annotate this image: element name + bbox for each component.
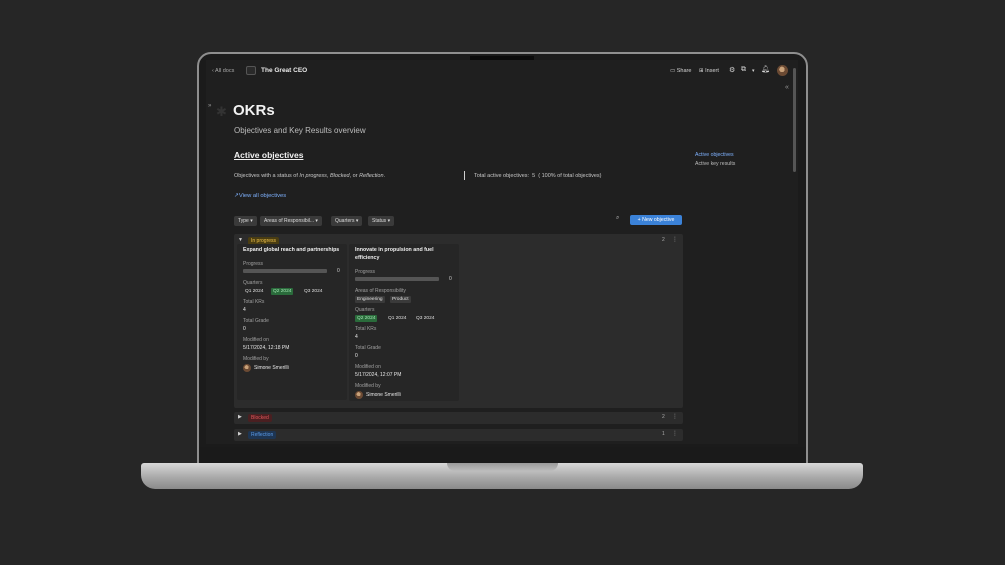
objective-card[interactable]: Expand global reach and partnerships Pro… [237, 244, 347, 400]
more-icon[interactable]: ⋮ [672, 413, 678, 420]
all-docs-link[interactable]: ‹ All docs [212, 68, 234, 74]
total-krs-value: 4 [355, 334, 358, 340]
triangle-down-icon[interactable]: ▼ [238, 237, 243, 243]
progress-bar [355, 277, 439, 281]
areas-label: Areas of Responsibility [355, 288, 406, 294]
chevron-down-icon: ▾ [355, 218, 359, 224]
card-title: Expand global reach and partnerships [243, 247, 340, 253]
scrollbar[interactable] [793, 68, 796, 172]
avatar [355, 391, 363, 399]
app-window: ‹ All docs The Great CEO ▭ Share ⊞ Inser… [206, 60, 798, 444]
grid-icon: ⊞ [699, 68, 704, 74]
avatar [243, 364, 251, 372]
group-reflection[interactable]: ▶ Reflection 1 ⋮ [234, 429, 683, 441]
modified-by-value: Simone Smerilli [254, 365, 289, 371]
area-chip: Product [390, 296, 411, 303]
status-badge: Reflection [248, 431, 277, 439]
progress-label: Progress [355, 269, 376, 275]
layout-icon[interactable]: ⧉ [741, 66, 746, 74]
quarter-chip: Q2 2024 [355, 315, 378, 322]
top-bar: ‹ All docs The Great CEO ▭ Share ⊞ Inser… [206, 60, 798, 82]
group-in-progress: ▼ In progress 2 ⋮ Expand global reach an… [234, 234, 683, 408]
modified-by-label: Modified by [243, 356, 269, 362]
progress-bar [243, 269, 327, 273]
chevron-down-icon: ▾ [315, 218, 318, 224]
page-title: OKRs [233, 102, 275, 119]
modified-on-value: 5/17/2024, 12:18 PM [243, 345, 290, 351]
total-grade-value: 0 [243, 326, 246, 332]
progress-value: 0 [449, 276, 452, 282]
status-badge: Blocked [248, 414, 272, 422]
more-icon[interactable]: ⋮ [672, 236, 678, 243]
objective-card[interactable]: Innovate in propulsion and fuel efficien… [349, 244, 459, 401]
total-active-objectives: Total active objectives: 5 ( 100% of tot… [474, 173, 602, 179]
quarter-chip: Q2 2024 [271, 288, 294, 295]
filter-quarters[interactable]: Quarters ▾ [331, 216, 363, 226]
progress-value: 0 [337, 268, 340, 274]
bell-icon[interactable]: 🔔︎ [761, 65, 770, 73]
filter-areas[interactable]: Areas of Responsibil... ▾ [260, 216, 322, 226]
quarters-label: Quarters [243, 280, 263, 286]
modified-by-label: Modified by [355, 383, 381, 389]
quarter-chip: Q1 2024 [245, 289, 264, 294]
group-count: 1 [662, 431, 665, 437]
more-icon[interactable]: ⋮ [672, 430, 678, 437]
total-grade-label: Total Grade [243, 318, 269, 324]
view-all-objectives-link[interactable]: ↗View all objectives [234, 193, 286, 199]
laptop-opening-notch [447, 463, 558, 471]
total-krs-value: 4 [243, 307, 246, 313]
modified-by-value: Simone Smerilli [366, 392, 401, 398]
triangle-right-icon[interactable]: ▶ [238, 431, 242, 437]
chevron-down-icon: ▾ [387, 218, 391, 224]
new-objective-button[interactable]: + New objective [630, 215, 682, 225]
quarter-chip: Q1 2024 [388, 316, 407, 321]
toc-item-active-key-results[interactable]: Active key results [695, 161, 735, 167]
gear-icon[interactable]: ⚙ [729, 66, 735, 74]
quarter-chip: Q3 2024 [416, 316, 435, 321]
divider [464, 171, 465, 180]
group-blocked[interactable]: ▶ Blocked 2 ⋮ [234, 412, 683, 424]
triangle-right-icon[interactable]: ▶ [238, 414, 242, 420]
filter-type[interactable]: Type ▾ [234, 216, 257, 226]
total-krs-label: Total KRs [243, 299, 265, 305]
modified-on-label: Modified on [355, 364, 381, 370]
collapse-panel-icon[interactable]: « [785, 84, 789, 91]
share-button[interactable]: ▭ Share [670, 68, 691, 74]
filter-status[interactable]: Status ▾ [368, 216, 395, 226]
total-krs-label: Total KRs [355, 326, 377, 332]
total-grade-label: Total Grade [355, 345, 381, 351]
page-icon: ✱ [216, 104, 227, 119]
expand-sidebar-icon[interactable]: » [208, 103, 211, 109]
quarters-label: Quarters [355, 307, 375, 313]
user-avatar[interactable] [777, 65, 788, 76]
section-description: Objectives with a status of In progress,… [234, 173, 386, 179]
chevron-down-icon[interactable]: ▾ [752, 68, 755, 74]
modified-on-value: 5/17/2024, 12:07 PM [355, 372, 402, 378]
group-count: 2 [662, 414, 665, 420]
progress-label: Progress [243, 261, 264, 267]
share-icon: ▭ [670, 68, 676, 74]
area-chip: Engineering [355, 296, 385, 303]
quarter-chip: Q3 2024 [304, 289, 323, 294]
group-count: 2 [662, 237, 665, 243]
laptop-hinge [199, 447, 806, 463]
card-title: Innovate in propulsion and fuel efficien… [355, 247, 434, 261]
chevron-down-icon: ▾ [250, 218, 253, 224]
total-grade-value: 0 [355, 353, 358, 359]
search-icon[interactable]: ⌕ [616, 215, 619, 222]
insert-button[interactable]: ⊞ Insert [699, 68, 719, 74]
desktop-background: ‹ All docs The Great CEO ▭ Share ⊞ Inser… [0, 0, 1005, 565]
doc-icon [246, 66, 256, 75]
modified-on-label: Modified on [243, 337, 269, 343]
toc-item-active-objectives[interactable]: Active objectives [695, 152, 734, 158]
section-title: Active objectives [234, 150, 304, 160]
page-subtitle: Objectives and Key Results overview [234, 126, 366, 135]
doc-title[interactable]: The Great CEO [261, 67, 307, 74]
